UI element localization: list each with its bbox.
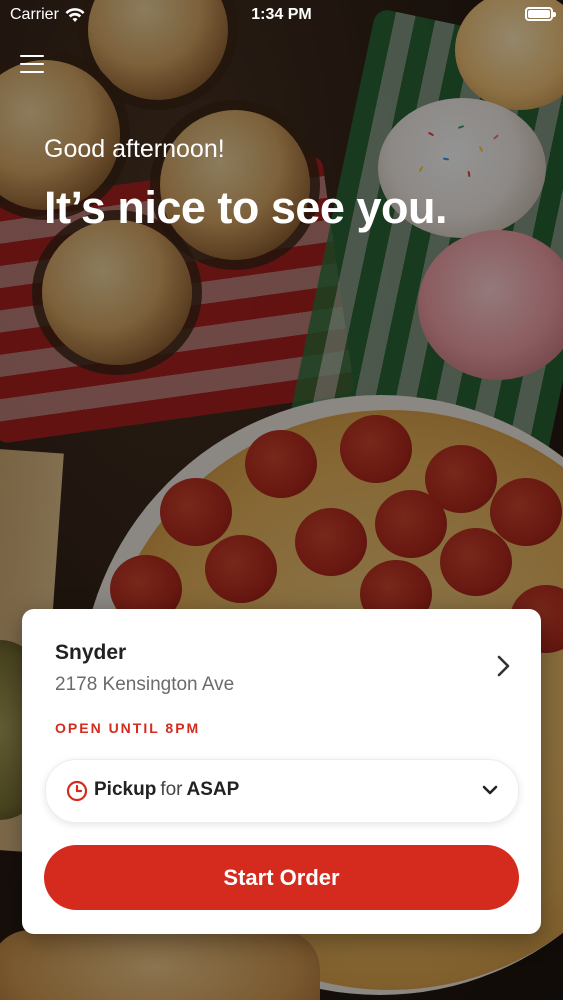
hamburger-menu-icon[interactable] (20, 52, 46, 76)
battery-icon (525, 7, 556, 21)
start-order-button[interactable]: Start Order (44, 845, 519, 910)
battery-level (528, 10, 550, 18)
greeting-text: Good afternoon! (44, 135, 225, 163)
store-name: Snyder (55, 641, 127, 664)
clock-icon (66, 780, 88, 802)
store-address: 2178 Kensington Ave (55, 674, 235, 695)
store-selector[interactable]: Snyder 2178 Kensington Ave (22, 609, 541, 709)
pickup-label: Pickup for ASAP (94, 779, 239, 801)
pickup-method: Pickup (94, 779, 157, 800)
store-card: Snyder 2178 Kensington Ave OPEN UNTIL 8P… (22, 609, 541, 934)
status-bar: Carrier 1:34 PM (0, 0, 563, 30)
headline-text: It’s nice to see you. (44, 182, 447, 233)
status-time: 1:34 PM (251, 6, 312, 23)
pickup-connector: for (160, 779, 183, 800)
pickup-time-selector[interactable]: Pickup for ASAP (45, 759, 519, 823)
store-hours-status: OPEN UNTIL 8PM (55, 720, 201, 736)
chevron-down-icon (482, 785, 498, 795)
chevron-right-icon (497, 655, 510, 677)
pickup-time: ASAP (186, 779, 240, 800)
